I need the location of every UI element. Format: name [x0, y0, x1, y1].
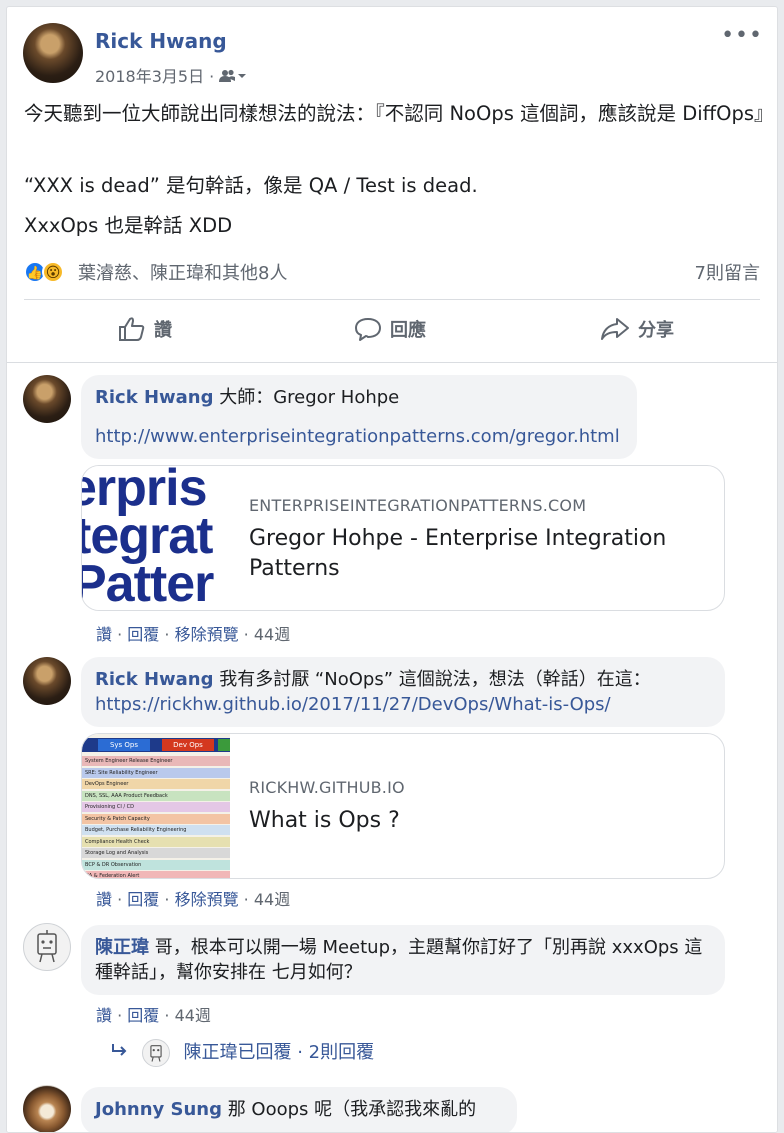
like-button-label: 讚	[154, 320, 172, 341]
comments-section: Rick Hwang 大師：Gregor Hohpe http://www.en…	[7, 362, 777, 1132]
post-date[interactable]: 2018年3月5日 ·	[95, 63, 247, 87]
robot-avatar-icon	[150, 1045, 162, 1062]
comment-link[interactable]: http://www.enterpriseintegrationpatterns…	[95, 426, 620, 447]
comment-author[interactable]: 陳正瑋	[95, 937, 149, 958]
comment-author[interactable]: Johnny Sung	[95, 1099, 222, 1120]
thumb-row: Compliance Health Check	[82, 836, 230, 847]
thumb-row: Budget, Purchase Reliability Engineering	[82, 825, 230, 835]
preview-thumbnail: erpris tegrat Patter	[82, 466, 230, 610]
post-card: Rick Hwang 2018年3月5日 · ••• 今天聽到一位大師說出同樣想…	[6, 6, 778, 1133]
thumb-text-line: tegrat	[82, 507, 213, 565]
author-avatar[interactable]	[23, 23, 83, 83]
comment-reply-link[interactable]: 回覆	[127, 625, 159, 644]
reply-arrow-icon	[112, 1044, 127, 1056]
comment-meta: 讚 · 回覆 · 移除預覽 · 44週	[96, 890, 291, 909]
thumb-row: BCP & DR Observation	[82, 859, 230, 870]
thumb-row: Storage Log and Analysis	[82, 848, 230, 858]
more-options-button[interactable]: •••	[721, 23, 763, 48]
thumb-header-sysops: Sys Ops	[98, 739, 150, 751]
post-author-name[interactable]: Rick Hwang	[95, 29, 227, 53]
thumbs-up-icon	[119, 317, 145, 341]
comment-count[interactable]: 7則留言	[695, 259, 760, 285]
comment-bubble: Johnny Sung 那 Ooops 呢（我承認我來亂的	[81, 1087, 517, 1132]
reaction-icons[interactable]: 👍 😮	[24, 259, 72, 285]
comment-text: 我有多討厭 “NoOps” 這個說法，想法（幹話）在這：	[213, 669, 651, 690]
thumb-row: System Engineer Release Engineer	[82, 756, 230, 766]
preview-title: What is Ops ?	[249, 808, 400, 833]
comment-bubble: 陳正瑋 哥，根本可以開一場 Meetup，主題幫你訂好了「別再說 xxxOps …	[81, 925, 725, 995]
comment-button[interactable]: 回應	[354, 303, 426, 355]
comment-icon	[355, 318, 381, 341]
comment-like-link[interactable]: 讚	[96, 625, 112, 644]
comment-bubble: Rick Hwang 大師：Gregor Hohpe http://www.en…	[81, 375, 637, 459]
view-replies-text[interactable]: 陳正瑋已回覆 · 2則回覆	[183, 1042, 374, 1063]
comment-age[interactable]: 44週	[175, 1006, 211, 1025]
reactors-list[interactable]: 葉濬慈、陳正瑋和其他8人	[78, 259, 287, 285]
reply-avatar	[141, 1039, 170, 1067]
thumb-text-line: erpris	[82, 466, 208, 517]
share-icon	[601, 318, 629, 340]
comment-avatar[interactable]	[23, 375, 71, 423]
comment-button-label: 回應	[390, 320, 426, 341]
thumb-rows: System Engineer Release Engineer SRE: Sit…	[82, 756, 230, 878]
thumb-row: HA & Federation Alert	[82, 871, 230, 878]
comment-text: 大師：Gregor Hohpe	[213, 387, 400, 408]
thumb-row: Security & Patch Capacity	[82, 813, 230, 824]
comment-age[interactable]: 44週	[254, 625, 290, 644]
comment-age[interactable]: 44週	[254, 890, 290, 909]
post-paragraph-1: 今天聽到一位大師說出同樣想法的說法：『不認同 NoOps 這個詞，應該說是 Di…	[24, 102, 774, 125]
comment-reply-link[interactable]: 回覆	[127, 890, 159, 909]
thumb-row: Provisioning CI / CD	[82, 802, 230, 812]
link-preview-card[interactable]: Sys Ops Dev Ops System Engineer Release …	[81, 733, 725, 879]
comment-author[interactable]: Rick Hwang	[95, 387, 213, 408]
comment-author[interactable]: Rick Hwang	[95, 669, 213, 690]
comment-text: 哥，根本可以開一場 Meetup，主題幫你訂好了「別再說 xxxOps 這種幹話…	[95, 937, 703, 983]
comment-like-link[interactable]: 讚	[96, 1006, 112, 1025]
preview-thumbnail: Sys Ops Dev Ops System Engineer Release …	[82, 734, 230, 878]
friends-icon[interactable]	[219, 69, 247, 83]
comment-link[interactable]: https://rickhw.github.io/2017/11/27/DevO…	[95, 694, 611, 715]
share-button[interactable]: 分享	[600, 303, 674, 355]
comment-avatar[interactable]	[23, 1085, 71, 1132]
thumb-row: DNS, SSL, AAA Product Feedback	[82, 790, 230, 801]
robot-avatar-icon	[37, 930, 57, 963]
post-paragraph-3: XxxOps 也是幹話 XDD	[24, 214, 233, 237]
link-preview-card[interactable]: erpris tegrat Patter ENTERPRISEINTEGRATI…	[81, 465, 725, 611]
thumb-text-line: Patter	[82, 555, 214, 610]
view-replies-link[interactable]: 陳正瑋已回覆 · 2則回覆	[110, 1038, 374, 1067]
comment-meta: 讚 · 回覆 · 移除預覽 · 44週	[96, 625, 291, 644]
comment-like-link[interactable]: 讚	[96, 890, 112, 909]
remove-preview-link[interactable]: 移除預覽	[175, 890, 239, 909]
share-button-label: 分享	[638, 320, 674, 341]
remove-preview-link[interactable]: 移除預覽	[175, 625, 239, 644]
comment-meta: 讚 · 回覆 · 44週	[96, 1006, 211, 1025]
reactions-bar: 👍 😮 葉濬慈、陳正瑋和其他8人 7則留言	[24, 259, 760, 285]
post-date-text[interactable]: 2018年3月5日 ·	[95, 67, 214, 86]
post-paragraph-2: “XXX is dead” 是句幹話，像是 QA / Test is dead.	[24, 174, 478, 197]
divider	[24, 299, 760, 300]
thumb-row: DevOps Engineer	[82, 779, 230, 789]
comment-reply-link[interactable]: 回覆	[127, 1006, 159, 1025]
comment-text: 那 Ooops 呢（我承認我來亂的	[221, 1099, 477, 1120]
wow-icon[interactable]: 😮	[42, 261, 64, 283]
preview-domain: RICKHW.GITHUB.IO	[249, 778, 405, 797]
comment-avatar[interactable]	[23, 657, 71, 705]
thumb-header-devops: Dev Ops	[162, 739, 214, 751]
like-button[interactable]: 讚	[118, 303, 172, 355]
comment-bubble: Rick Hwang 我有多討厭 “NoOps” 這個說法，想法（幹話）在這： …	[81, 657, 725, 727]
comment-avatar[interactable]	[23, 923, 71, 971]
thumb-row: SRE: Site Reliability Engineer	[82, 767, 230, 778]
action-bar: 讚 回應 分享	[24, 303, 760, 355]
preview-title: Gregor Hohpe - Enterprise Integration Pa…	[249, 526, 667, 581]
preview-domain: ENTERPRISEINTEGRATIONPATTERNS.COM	[249, 496, 587, 515]
